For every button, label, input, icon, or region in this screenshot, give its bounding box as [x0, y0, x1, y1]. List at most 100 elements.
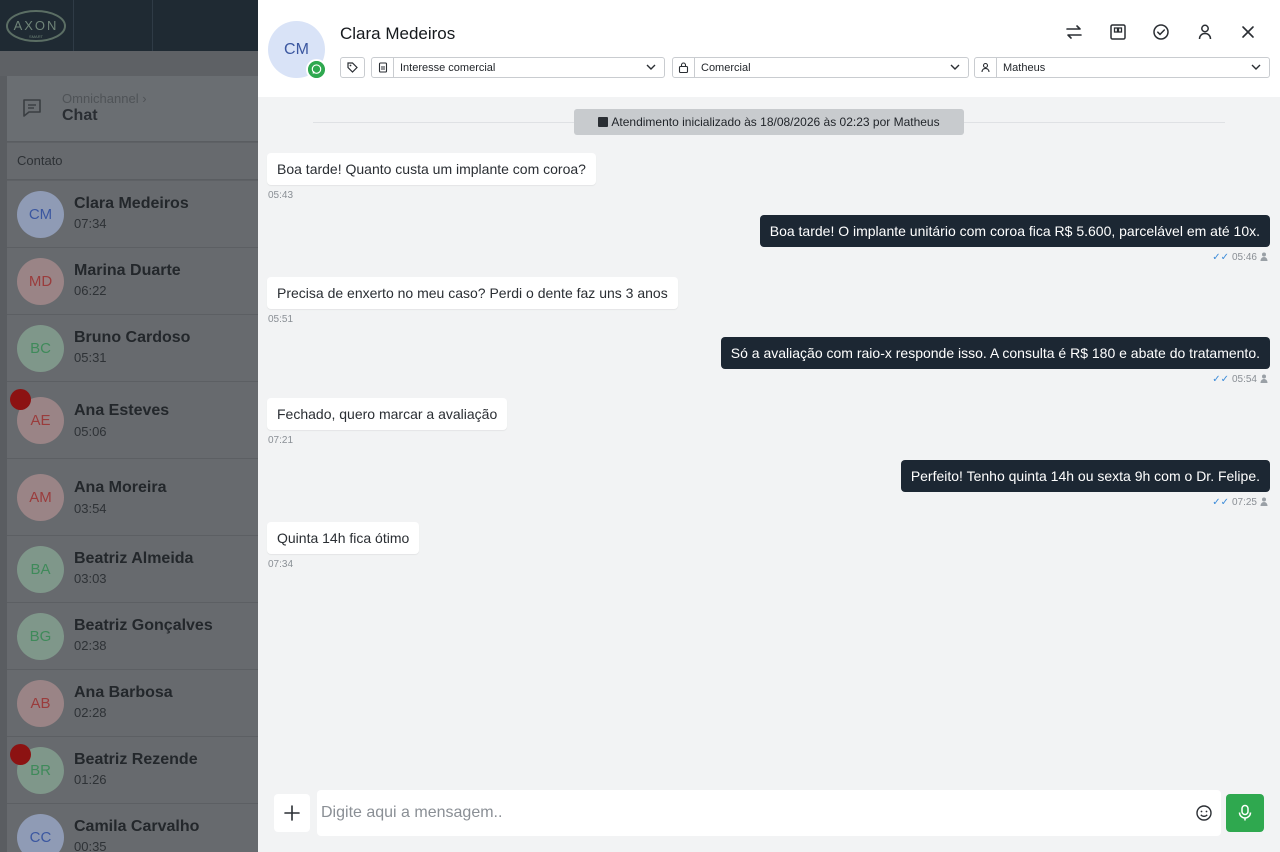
contact-list-item[interactable]: BR Beatriz Rezende 01:26: [7, 737, 258, 804]
contact-name: Beatriz Gonçalves: [74, 617, 213, 634]
message-time: 05:54: [1231, 374, 1257, 385]
contact-avatar: CC: [17, 814, 64, 852]
contact-column-label: Contato: [17, 153, 63, 168]
close-icon[interactable]: [1238, 22, 1258, 42]
clipboard-icon: [378, 62, 388, 73]
outgoing-message: Perfeito! Tenho quinta 14h ou sexta 9h c…: [900, 460, 1270, 492]
voice-record-button[interactable]: [1226, 794, 1264, 832]
message-meta: 07:21: [268, 435, 293, 446]
lock-icon: [678, 62, 689, 73]
contact-name: Ana Moreira: [74, 479, 167, 496]
contact-name: Bruno Cardoso: [74, 329, 191, 346]
department-select[interactable]: Comercial: [672, 57, 969, 78]
contact-list-item[interactable]: MD Marina Duarte 06:22: [7, 248, 258, 315]
breadcrumb-parent[interactable]: Omnichannel: [62, 91, 139, 106]
unread-indicator: [10, 744, 31, 765]
contact-last-time: 06:22: [74, 283, 107, 298]
person-icon: [981, 62, 990, 73]
contact-avatar: MD: [17, 258, 64, 305]
contact-list-item[interactable]: AM Ana Moreira 03:54: [7, 459, 258, 536]
chat-bubble-icon: [23, 99, 41, 117]
contact-list-item[interactable]: BA Beatriz Almeida 03:03: [7, 536, 258, 603]
banner-text: Atendimento inicializado às 18/08/2026 à…: [611, 115, 940, 129]
contact-last-time: 05:06: [74, 424, 107, 439]
contact-avatar: BC: [17, 325, 64, 372]
message-time: 05:43: [268, 190, 294, 201]
sidebar-header: Omnichannel › Chat: [7, 76, 258, 142]
chevron-down-icon: [950, 64, 960, 70]
finish-check-icon[interactable]: [1151, 22, 1171, 42]
chevron-down-icon: [646, 64, 656, 70]
contact-name: Camila Carvalho: [74, 818, 200, 835]
message-time: 05:51: [268, 314, 294, 325]
contact-name: Beatriz Rezende: [74, 751, 198, 768]
agent-select[interactable]: Matheus: [974, 57, 1270, 78]
message-time: 07:21: [268, 435, 294, 446]
topbar-divider: [152, 0, 153, 51]
incoming-message: Boa tarde! Quanto custa um implante com …: [267, 153, 596, 185]
contact-avatar: BA: [17, 546, 64, 593]
chat-panel: CM Clara Medeiros Interesse comercial Co…: [258, 0, 1280, 852]
message-input[interactable]: [317, 790, 1221, 836]
contact-name: Beatriz Almeida: [74, 550, 194, 567]
transfer-icon[interactable]: [1064, 22, 1084, 42]
message-meta: ✓✓ 07:25: [1212, 497, 1268, 508]
contact-avatar: AB: [17, 680, 64, 727]
contact-list-item[interactable]: BG Beatriz Gonçalves 02:38: [7, 603, 258, 670]
agent-icon: [1260, 252, 1268, 261]
page-title: Chat: [62, 107, 98, 124]
select-prefix: [372, 58, 394, 77]
contact-last-time: 02:28: [74, 705, 107, 720]
svg-text:SMART: SMART: [29, 34, 43, 39]
contact-avatar: BG: [17, 613, 64, 660]
chevron-down-icon: [1251, 64, 1261, 70]
message-meta: 05:51: [268, 314, 293, 325]
agent-icon: [1260, 374, 1268, 383]
topbar-divider: [73, 0, 74, 51]
svg-text:AXON: AXON: [14, 18, 59, 33]
outgoing-message: Só a avaliação com raio-x responde isso.…: [720, 337, 1270, 369]
message-meta: 05:43: [268, 190, 293, 201]
user-icon[interactable]: [1195, 22, 1215, 42]
agent-icon: [1260, 497, 1268, 506]
contact-list-item[interactable]: AB Ana Barbosa 02:28: [7, 670, 258, 737]
select-prefix: [975, 58, 997, 77]
contact-list-item[interactable]: BC Bruno Cardoso 05:31: [7, 315, 258, 382]
schedule-icon[interactable]: [1108, 22, 1128, 42]
contact-list: CM Clara Medeiros 07:34 MD Marina Duarte 06:2…: [7, 181, 258, 852]
read-check-icon: ✓✓: [1212, 252, 1229, 263]
message-time: 07:34: [268, 559, 294, 570]
read-check-icon: ✓✓: [1212, 374, 1229, 385]
contact-last-time: 03:03: [74, 571, 107, 586]
attach-button[interactable]: [274, 794, 310, 832]
contact-name: Marina Duarte: [74, 262, 181, 279]
incoming-message: Fechado, quero marcar a avaliação: [267, 398, 508, 430]
breadcrumb-separator: ›: [142, 91, 147, 106]
whatsapp-icon: [306, 59, 327, 80]
message-time: 05:46: [1231, 252, 1257, 263]
contact-list-item[interactable]: CM Clara Medeiros 07:34: [7, 181, 258, 248]
session-start-banner: Atendimento inicializado às 18/08/2026 à…: [574, 109, 964, 135]
tag-button[interactable]: [340, 57, 365, 78]
agent-select-value: Matheus: [1003, 62, 1046, 74]
contact-list-item[interactable]: AE Ana Esteves 05:06: [7, 382, 258, 459]
message-meta: ✓✓ 05:46: [1212, 252, 1268, 263]
interest-select-value: Interesse comercial: [400, 62, 496, 74]
incoming-message: Precisa de enxerto no meu caso? Perdi o …: [267, 277, 678, 309]
message-time: 07:25: [1231, 497, 1257, 508]
emoji-icon[interactable]: [1195, 804, 1213, 822]
message-meta: ✓✓ 05:54: [1212, 374, 1268, 385]
contact-last-time: 01:26: [74, 772, 107, 787]
breadcrumb[interactable]: Omnichannel ›: [62, 91, 147, 106]
contact-last-time: 02:38: [74, 638, 107, 653]
tag-icon: [347, 62, 358, 73]
contact-name: Ana Esteves: [74, 402, 170, 419]
contact-list-item[interactable]: CC Camila Carvalho 00:35: [7, 804, 258, 852]
sidebar-edge: [0, 76, 7, 852]
message-meta: 07:34: [268, 559, 293, 570]
contact-last-time: 03:54: [74, 501, 107, 516]
interest-select[interactable]: Interesse comercial: [371, 57, 665, 78]
contact-last-time: 00:35: [74, 839, 107, 852]
contact-avatar: AM: [17, 474, 64, 521]
chat-header: CM Clara Medeiros Interesse comercial Co…: [258, 0, 1280, 97]
